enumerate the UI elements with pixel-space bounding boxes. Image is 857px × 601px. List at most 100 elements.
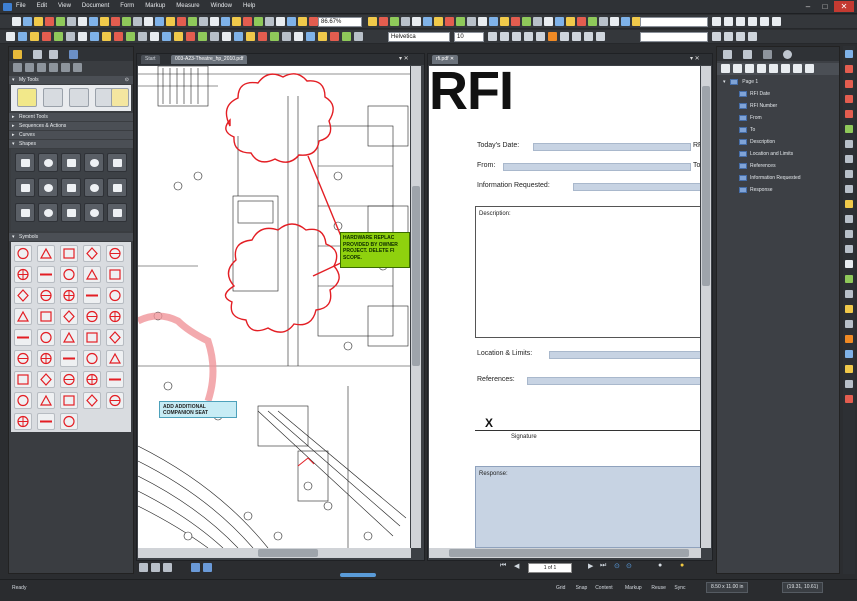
symbol-icon[interactable] <box>83 308 101 325</box>
markup-callout-blue[interactable]: ADD ADDITIONAL COMPANION SEAT <box>159 401 237 418</box>
markup-tool-icon[interactable] <box>845 140 853 148</box>
markup-callout-green[interactable]: HARDWARE REPLAC PROVIDED BY OWNER PROJEC… <box>340 232 410 268</box>
edit-tool-icon[interactable] <box>25 63 34 72</box>
tab-floorplan[interactable]: 003-A23-Theatre_hp_2010.pdf <box>171 55 248 64</box>
toolbar-tool-icon[interactable] <box>445 17 454 26</box>
format-tool-icon[interactable] <box>584 32 593 41</box>
symbol-icon[interactable] <box>37 371 55 388</box>
symbol-icon[interactable] <box>60 413 78 430</box>
toolbar-tool-icon[interactable] <box>712 17 721 26</box>
markup-tool-icon[interactable] <box>845 230 853 238</box>
delete-tool-icon[interactable] <box>37 63 46 72</box>
rfi-page[interactable]: RFI Today's Date: RF From: To Informatio… <box>429 66 700 548</box>
toggle-content[interactable]: Content <box>595 585 613 591</box>
format-tool-icon[interactable] <box>306 32 315 41</box>
menu-window[interactable]: Window <box>211 3 232 9</box>
square-shape-icon[interactable] <box>38 153 58 172</box>
maximize-icon[interactable]: □ <box>817 1 833 12</box>
section-recent-tools[interactable]: ▸ Recent Tools <box>9 113 133 121</box>
format-tool-icon[interactable] <box>78 32 87 41</box>
symbol-icon[interactable] <box>60 392 78 409</box>
markup-tool-icon[interactable] <box>845 350 853 358</box>
symbol-icon[interactable] <box>60 245 78 262</box>
format-tool-icon[interactable] <box>150 32 159 41</box>
symbol-icon[interactable] <box>83 266 101 283</box>
toolbar-tool-icon[interactable] <box>478 17 487 26</box>
format-tool-icon[interactable] <box>294 32 303 41</box>
cloud-tool-icon[interactable] <box>43 88 63 107</box>
symbol-icon[interactable] <box>37 329 55 346</box>
tree-item[interactable]: Location and Limits <box>739 149 793 160</box>
format-tool-icon[interactable] <box>748 32 757 41</box>
format-tool-icon[interactable] <box>222 32 231 41</box>
markup-tool-icon[interactable] <box>845 365 853 373</box>
split-view-icon[interactable] <box>191 563 200 572</box>
field-tool-icon[interactable] <box>781 64 790 73</box>
pen-tab-icon[interactable] <box>33 50 42 59</box>
toolbar-tool-icon[interactable] <box>133 17 142 26</box>
toolbar-tool-icon[interactable] <box>555 17 564 26</box>
info-requested-field[interactable] <box>573 183 700 191</box>
toolbar-tool-icon[interactable] <box>166 17 175 26</box>
markup-tool-icon[interactable] <box>845 275 853 283</box>
toolbar-tool-icon[interactable] <box>243 17 252 26</box>
toolbar-tool-icon[interactable] <box>610 17 619 26</box>
heart-shape-icon[interactable] <box>38 178 58 197</box>
symbol-icon[interactable] <box>106 287 124 304</box>
markup-tool-icon[interactable] <box>845 95 853 103</box>
markup-tool-icon[interactable] <box>845 110 853 118</box>
symbol-icon[interactable] <box>106 350 124 367</box>
toolbar-tool-icon[interactable] <box>522 17 531 26</box>
toolbar-tool-icon[interactable] <box>12 17 21 26</box>
markup-tool-icon[interactable] <box>845 50 853 58</box>
tree-item[interactable]: To <box>739 125 755 136</box>
symbol-icon[interactable] <box>60 308 78 325</box>
tree-item[interactable]: Response <box>739 185 773 196</box>
markup-tool-icon[interactable] <box>845 290 853 298</box>
symbol-icon[interactable] <box>37 245 55 262</box>
page-number-field[interactable]: 1 of 1 <box>528 563 572 573</box>
toolbar-tool-icon[interactable] <box>621 17 630 26</box>
symbol-icon[interactable] <box>60 266 78 283</box>
format-tool-icon[interactable] <box>270 32 279 41</box>
rectangle-shape-icon[interactable] <box>84 178 104 197</box>
tool-chest-tab-icon[interactable] <box>13 50 22 59</box>
markup-tool-icon[interactable] <box>845 170 853 178</box>
symbol-icon[interactable] <box>37 308 55 325</box>
more-tab-icon[interactable] <box>763 50 772 59</box>
markup-tool-icon[interactable] <box>845 320 853 328</box>
pentagon-shape-icon[interactable] <box>61 153 81 172</box>
field-tool-icon[interactable] <box>793 64 802 73</box>
toggle-sync[interactable]: Sync <box>674 585 685 591</box>
scroll-thumb[interactable] <box>258 549 318 557</box>
section-sequences[interactable]: ▸ Sequences & Actions <box>9 122 133 130</box>
search-box[interactable] <box>640 17 708 27</box>
property-field[interactable] <box>640 32 708 42</box>
menu-markup[interactable]: Markup <box>145 3 165 9</box>
format-tool-icon[interactable] <box>234 32 243 41</box>
symbol-icon[interactable] <box>83 329 101 346</box>
symbol-icon[interactable] <box>14 287 32 304</box>
toolbar-tool-icon[interactable] <box>599 17 608 26</box>
zoom-field[interactable]: 86.67% <box>318 17 362 27</box>
toolbar-tool-icon[interactable] <box>748 17 757 26</box>
rounded-rect-shape-icon[interactable] <box>15 203 35 222</box>
toolbar-tool-icon[interactable] <box>412 17 421 26</box>
symbol-icon[interactable] <box>14 308 32 325</box>
gear-tab-icon[interactable] <box>783 50 792 59</box>
toolbar-tool-icon[interactable] <box>210 17 219 26</box>
symbol-icon[interactable] <box>37 266 55 283</box>
field-tool-icon[interactable] <box>757 64 766 73</box>
thumbnails-tab-icon[interactable] <box>723 50 732 59</box>
toolbar-tool-icon[interactable] <box>577 17 586 26</box>
triangle-shape-icon[interactable] <box>15 153 35 172</box>
toolbar-tool-icon[interactable] <box>379 17 388 26</box>
markup-tool-icon[interactable] <box>845 185 853 193</box>
panel-handle[interactable] <box>340 573 376 577</box>
markup-tool-icon[interactable] <box>845 335 853 343</box>
toolbar-tool-icon[interactable] <box>144 17 153 26</box>
format-tool-icon[interactable] <box>736 32 745 41</box>
toolbar-tool-icon[interactable] <box>772 17 781 26</box>
markup-tool-icon[interactable] <box>845 155 853 163</box>
format-tool-icon[interactable] <box>126 32 135 41</box>
